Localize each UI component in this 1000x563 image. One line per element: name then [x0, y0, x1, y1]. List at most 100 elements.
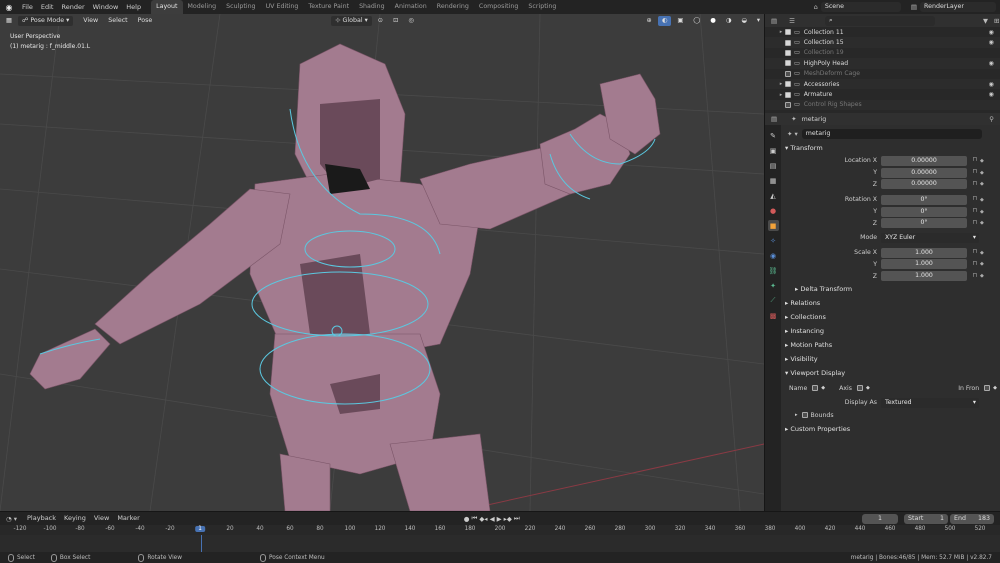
start-frame-field[interactable]: Start 1: [904, 513, 948, 524]
outliner-row[interactable]: ▸ ▭ Accessories ◉: [765, 78, 1000, 90]
panel-motion-paths[interactable]: ▸ Motion Paths: [781, 338, 1000, 352]
menu-help[interactable]: Help: [122, 0, 145, 14]
keyframe-dot-icon[interactable]: ◆: [980, 220, 984, 226]
keyframe-dot-icon[interactable]: ◆: [866, 385, 870, 391]
timeline-editor-icon[interactable]: ◔ ▾: [6, 515, 17, 523]
lock-icon[interactable]: ⊓: [970, 180, 980, 189]
collection-checkbox[interactable]: [785, 39, 791, 46]
eye-icon[interactable]: ◉: [989, 39, 994, 46]
panel-instancing[interactable]: ▸ Instancing: [781, 324, 1000, 338]
shading-options-icon[interactable]: ▾: [753, 16, 764, 26]
play-reverse-icon[interactable]: ◀: [490, 515, 495, 523]
timeline-menu-marker[interactable]: Marker: [113, 512, 143, 525]
tool-tab-icon[interactable]: ✎: [768, 130, 779, 141]
expand-arrow-icon[interactable]: ▸: [777, 92, 785, 98]
mode-selector[interactable]: ☍ Pose Mode ▾: [17, 15, 74, 26]
tab-sculpting[interactable]: Sculpting: [221, 0, 260, 14]
outliner-row[interactable]: ▭ MeshDeform Cage: [765, 69, 1000, 79]
lock-icon[interactable]: ⊓: [970, 156, 980, 165]
tab-scripting[interactable]: Scripting: [523, 0, 561, 14]
output-tab-icon[interactable]: ▤: [768, 160, 779, 171]
outliner-editor-icon[interactable]: ▤: [771, 17, 777, 25]
location-y-value[interactable]: 0.00000: [881, 167, 967, 178]
collection-name[interactable]: Control Rig Shapes: [804, 101, 862, 108]
jump-end-icon[interactable]: ⏭: [514, 514, 520, 523]
properties-editor[interactable]: ▤ ✦ metarig ⚲ ✎ ▣ ▤ ▦ ◭ ● ■ ✧ ◉ ⛓ ✦ ⟋ ▩ …: [764, 113, 1000, 511]
xray-icon[interactable]: ▣: [673, 16, 687, 26]
end-frame-field[interactable]: End 183: [950, 513, 994, 524]
collection-checkbox[interactable]: [785, 29, 791, 36]
modifier-tab-icon[interactable]: ✧: [768, 235, 779, 246]
jump-start-icon[interactable]: ⏮: [471, 514, 477, 523]
proportional-icon[interactable]: ◎: [404, 16, 418, 26]
current-frame-field[interactable]: 1: [862, 513, 898, 524]
viewport-menu-view[interactable]: View: [79, 16, 102, 26]
frame-ruler[interactable]: -120 -100 -80 -60 -40 -20 1 20 40 60 80 100 120 140 16…: [0, 525, 1000, 535]
collection-checkbox[interactable]: [785, 101, 791, 108]
snap-icon[interactable]: ⊡: [389, 16, 402, 26]
world-tab-icon[interactable]: ●: [768, 205, 779, 216]
render-tab-icon[interactable]: ▣: [768, 145, 779, 156]
lock-icon[interactable]: ⊓: [970, 260, 980, 269]
rotation-y-value[interactable]: 0°: [881, 206, 967, 217]
tab-layout[interactable]: Layout: [151, 0, 183, 14]
physics-tab-icon[interactable]: ◉: [768, 250, 779, 261]
collection-name[interactable]: Armature: [804, 91, 833, 98]
collection-name[interactable]: Collection 15: [804, 39, 844, 46]
keyframe-dot-icon[interactable]: ◆: [980, 250, 984, 256]
panel-visibility[interactable]: ▸ Visibility: [781, 352, 1000, 366]
outliner-row[interactable]: ▭ HighPoly Head ◉: [765, 58, 1000, 69]
blender-logo-icon[interactable]: ◉: [0, 0, 18, 14]
lock-icon[interactable]: ⊓: [970, 219, 980, 228]
tab-texture-paint[interactable]: Texture Paint: [303, 0, 354, 14]
tab-shading[interactable]: Shading: [354, 0, 390, 14]
tab-rendering[interactable]: Rendering: [432, 0, 474, 14]
pin-icon[interactable]: ⚲: [989, 115, 994, 123]
menu-file[interactable]: File: [18, 0, 37, 14]
keyframe-dot-icon[interactable]: ◆: [980, 158, 984, 164]
overlay-toggle-icon[interactable]: ◐: [657, 15, 672, 26]
properties-editor-icon[interactable]: ▤: [771, 115, 777, 123]
scale-y-value[interactable]: 1.000: [881, 259, 967, 270]
record-icon[interactable]: ●: [464, 515, 470, 523]
eye-icon[interactable]: ◉: [989, 91, 994, 98]
outliner-row[interactable]: ▸ ▭ Armature ◉: [765, 89, 1000, 99]
collection-checkbox[interactable]: [785, 49, 791, 56]
shading-material-icon[interactable]: ◑: [722, 16, 736, 26]
view-layer-selector[interactable]: RenderLayer: [920, 2, 996, 12]
tab-animation[interactable]: Animation: [390, 0, 432, 14]
scene-tab-icon[interactable]: ◭: [768, 190, 779, 201]
bounds-checkbox[interactable]: [801, 412, 808, 419]
panel-collections[interactable]: ▸ Collections: [781, 310, 1000, 324]
keyframe-dot-icon[interactable]: ◆: [980, 261, 984, 267]
viewport-menu-pose[interactable]: Pose: [134, 16, 157, 26]
eye-icon[interactable]: ◉: [989, 60, 994, 67]
keyframe-dot-icon[interactable]: ◆: [980, 170, 984, 176]
outliner-search-input[interactable]: ⌕: [824, 15, 935, 26]
scale-z-value[interactable]: 1.000: [881, 271, 967, 282]
gizmo-icon[interactable]: ⊕: [643, 16, 656, 26]
transform-panel-header[interactable]: ▾ Transform: [781, 141, 1000, 155]
location-x-value[interactable]: 0.00000: [881, 155, 967, 166]
display-as-dropdown[interactable]: Textured ▾: [881, 397, 979, 408]
lock-icon[interactable]: ⊓: [970, 207, 980, 216]
keyframe-dot-icon[interactable]: ◆: [980, 181, 984, 187]
timeline-menu-playback[interactable]: Playback: [23, 512, 60, 525]
prev-key-icon[interactable]: ◆◂: [479, 515, 487, 523]
rotation-x-value[interactable]: 0°: [881, 194, 967, 205]
outliner-row[interactable]: ▭ Control Rig Shapes: [765, 99, 1000, 111]
shading-render-icon[interactable]: ◒: [737, 16, 751, 26]
texture-tab-icon[interactable]: ▩: [768, 310, 779, 321]
collection-checkbox[interactable]: [785, 70, 791, 77]
keyframe-dot-icon[interactable]: ◆: [980, 197, 984, 203]
expand-arrow-icon[interactable]: ▸: [777, 29, 785, 35]
filter-icon[interactable]: ▼: [983, 17, 988, 25]
next-key-icon[interactable]: ▸◆: [504, 515, 512, 523]
collection-checkbox[interactable]: [785, 81, 791, 88]
new-collection-icon[interactable]: ⊞: [994, 17, 999, 25]
object-tab-icon[interactable]: ■: [767, 220, 779, 231]
collection-name[interactable]: Collection 11: [804, 29, 844, 36]
eye-icon[interactable]: ◉: [989, 81, 994, 88]
keyframe-dot-icon[interactable]: ◆: [980, 209, 984, 215]
orientation-selector[interactable]: ⊹ Global ▾: [331, 15, 372, 26]
